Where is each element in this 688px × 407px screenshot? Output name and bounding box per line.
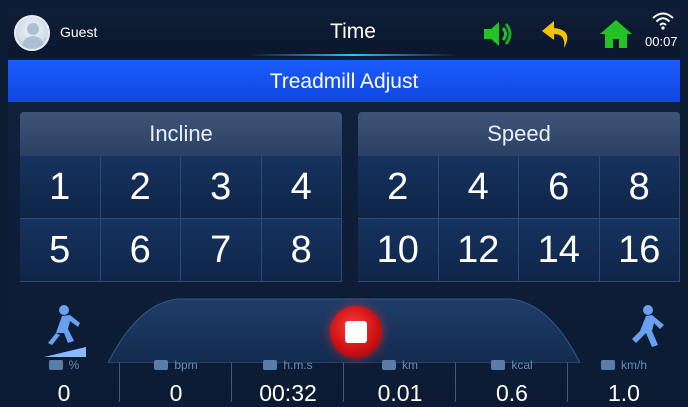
top-bar: Guest Time 00:07: [8, 8, 680, 58]
stat-value: 1.0: [608, 380, 640, 406]
speed-button[interactable]: 12: [438, 219, 519, 282]
incline-button[interactable]: 8: [261, 219, 342, 282]
incline-runner-icon[interactable]: [42, 303, 88, 359]
wifi-icon: [652, 12, 674, 30]
speed-grid: 2 4 6 8 10 12 14 16: [358, 156, 680, 282]
calories-icon: [491, 360, 506, 370]
speed-button[interactable]: 10: [358, 219, 439, 282]
stat-value: 0: [57, 380, 71, 406]
stat-unit: km: [402, 358, 418, 372]
stat-unit: kcal: [511, 358, 533, 372]
stat-unit: h.m.s: [283, 358, 313, 372]
incline-stat-icon: [48, 360, 63, 370]
speed-header: Speed: [358, 112, 680, 156]
stats-bar: % 0 bpm 0 h.m.s 00:32 km 0.01 kcal 0.6 k…: [8, 358, 680, 407]
speed-button[interactable]: 6: [519, 156, 600, 219]
stat-value: 00:32: [259, 380, 317, 406]
stat-incline: % 0: [8, 358, 120, 407]
user-name: Guest: [60, 24, 98, 40]
speed-button[interactable]: 8: [599, 156, 680, 219]
treadmill-screen: Guest Time 00:07 Treadmill Adjust Inclin…: [8, 8, 680, 407]
speed-runner-icon[interactable]: [622, 303, 668, 359]
stat-calories: kcal 0.6: [456, 358, 568, 407]
incline-button[interactable]: 7: [181, 219, 262, 282]
incline-button[interactable]: 1: [20, 156, 101, 219]
title-band: Treadmill Adjust: [8, 60, 680, 102]
speed-label: Speed: [487, 121, 551, 146]
distance-icon: [382, 360, 396, 370]
stat-heart-rate: bpm 0: [120, 358, 232, 407]
stat-unit: km/h: [620, 358, 647, 372]
clock-icon: [263, 360, 278, 370]
speed-button[interactable]: 2: [358, 156, 439, 219]
title-underline: [248, 54, 458, 56]
stop-button[interactable]: [330, 306, 382, 358]
page-title: Time: [330, 20, 376, 43]
speedometer-icon: [600, 360, 615, 370]
stat-unit: bpm: [174, 358, 198, 372]
back-icon[interactable]: [540, 18, 576, 50]
speed-button[interactable]: 4: [438, 156, 519, 219]
stop-icon: [345, 321, 367, 343]
stat-value: 0: [169, 380, 183, 406]
incline-grid: 1 2 3 4 5 6 7 8: [20, 156, 342, 282]
stat-value: 0.01: [377, 380, 423, 406]
incline-button[interactable]: 2: [100, 156, 181, 219]
volume-icon[interactable]: [480, 18, 516, 50]
stat-time: h.m.s 00:32: [232, 358, 344, 407]
incline-button[interactable]: 6: [100, 219, 181, 282]
stat-distance: km 0.01: [344, 358, 456, 407]
home-icon[interactable]: [598, 18, 634, 50]
incline-button[interactable]: 3: [181, 156, 262, 219]
stat-value: 0.6: [496, 380, 528, 406]
speed-button[interactable]: 16: [599, 219, 680, 282]
clock-time: 00:07: [645, 34, 678, 49]
incline-header: Incline: [20, 112, 342, 156]
avatar-icon[interactable]: [14, 15, 50, 51]
heart-icon: [154, 360, 169, 370]
stat-unit: %: [68, 358, 80, 372]
stat-speed: km/h 1.0: [568, 358, 680, 407]
incline-button[interactable]: 5: [20, 219, 101, 282]
speed-button[interactable]: 14: [519, 219, 600, 282]
incline-button[interactable]: 4: [261, 156, 342, 219]
incline-label: Incline: [149, 121, 213, 146]
band-title: Treadmill Adjust: [269, 70, 419, 93]
